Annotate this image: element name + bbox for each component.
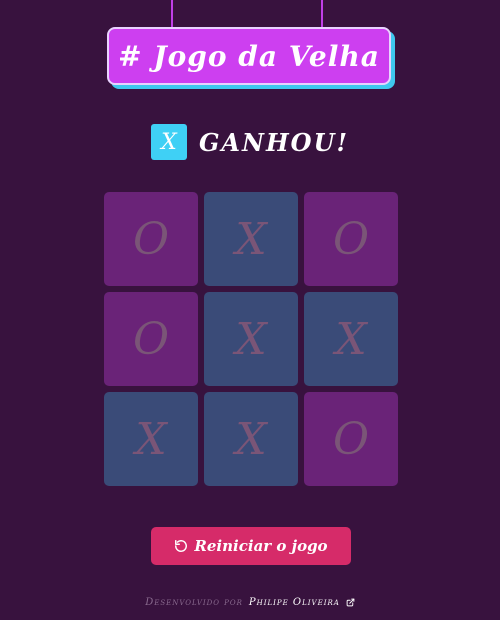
author-name: Philipe Oliveira: [248, 597, 340, 608]
board-cell-7[interactable]: X: [104, 392, 198, 486]
page-title: # Jogo da Velha: [107, 27, 391, 85]
external-link-icon: [346, 598, 355, 607]
board-cell-9[interactable]: O: [304, 392, 398, 486]
board-cell-2[interactable]: X: [204, 192, 298, 286]
winner-badge: X: [150, 124, 187, 160]
winner-text: GANHOU!: [198, 127, 350, 157]
restart-label: Reiniciar o jogo: [194, 537, 328, 555]
footer-prefix: Desenvolvido por: [145, 597, 243, 608]
board-cell-3[interactable]: O: [304, 192, 398, 286]
game-board: O X O O X X X X O: [104, 192, 398, 486]
board-cell-5[interactable]: X: [204, 292, 298, 386]
footer: Desenvolvido por Philipe Oliveira: [0, 597, 500, 608]
board-cell-8[interactable]: X: [204, 392, 298, 486]
rotate-ccw-icon: [175, 540, 188, 552]
hanging-string-right: [321, 0, 323, 30]
restart-button[interactable]: Reiniciar o jogo: [151, 527, 351, 565]
board-cell-1[interactable]: O: [104, 192, 198, 286]
game-status: X GANHOU!: [0, 124, 500, 160]
board-cell-6[interactable]: X: [304, 292, 398, 386]
author-link[interactable]: Philipe Oliveira: [249, 597, 340, 608]
title-sign: # Jogo da Velha: [107, 27, 395, 89]
hanging-string-left: [171, 0, 173, 30]
board-cell-4[interactable]: O: [104, 292, 198, 386]
